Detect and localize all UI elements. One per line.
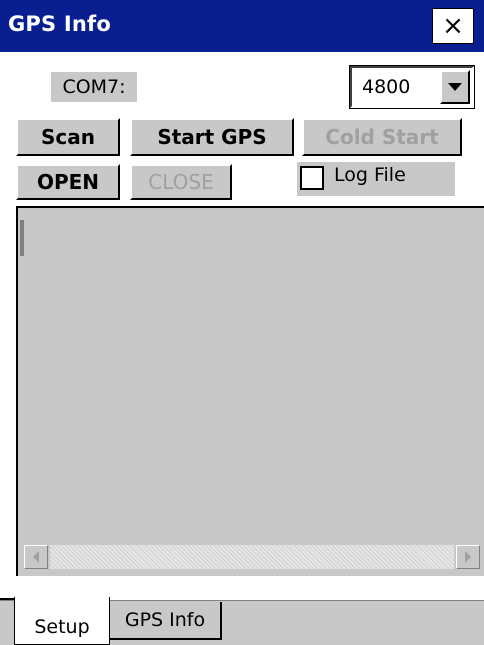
gps-output-area[interactable]	[16, 206, 484, 576]
chevron-down-icon	[448, 83, 462, 91]
start-gps-button[interactable]: Start GPS	[130, 118, 294, 156]
window-title: GPS Info	[8, 12, 111, 36]
tab-gps-info[interactable]: GPS Info	[110, 602, 222, 640]
close-port-button[interactable]: CLOSE	[130, 164, 232, 200]
scrollbar-track[interactable]	[50, 545, 454, 569]
scroll-left-button[interactable]	[24, 545, 48, 569]
scan-button[interactable]: Scan	[16, 118, 120, 156]
com-port-label: COM7:	[51, 72, 137, 102]
open-button[interactable]: OPEN	[16, 164, 120, 200]
baud-rate-value: 4800	[362, 76, 411, 98]
log-file-label: Log File	[334, 164, 406, 186]
baud-rate-select[interactable]: 4800	[349, 65, 475, 109]
cold-start-button[interactable]: Cold Start	[302, 118, 462, 156]
arrow-right-icon	[465, 551, 471, 563]
scroll-right-button[interactable]	[456, 545, 480, 569]
title-bar: GPS Info ×	[0, 0, 484, 52]
close-icon: ×	[442, 11, 464, 41]
horizontal-scrollbar[interactable]	[24, 541, 484, 571]
dropdown-arrow-button[interactable]	[440, 70, 470, 104]
text-caret	[20, 220, 24, 256]
log-file-checkbox[interactable]	[300, 166, 324, 190]
close-button[interactable]: ×	[432, 8, 474, 44]
arrow-left-icon	[33, 551, 39, 563]
tab-setup[interactable]: Setup	[14, 597, 110, 645]
